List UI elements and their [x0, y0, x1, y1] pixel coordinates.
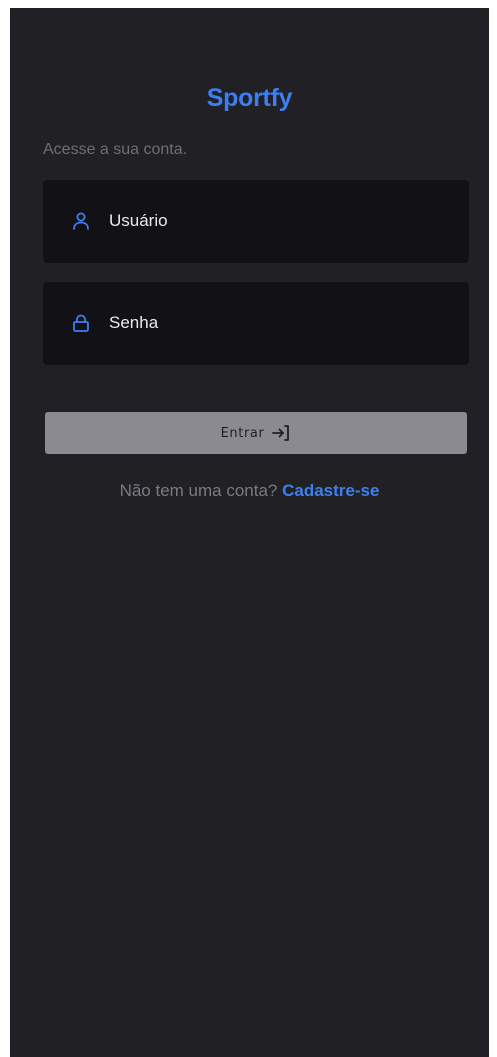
signup-link[interactable]: Cadastre-se [282, 481, 379, 500]
page-subtitle: Acesse a sua conta. [43, 141, 188, 158]
signup-prompt: Não tem uma conta? Cadastre-se [10, 481, 489, 501]
login-arrow-icon [271, 423, 291, 443]
app-logo-title: Sportfy [206, 84, 293, 112]
password-input[interactable] [109, 308, 439, 338]
password-field[interactable] [43, 282, 469, 365]
user-icon [71, 211, 91, 231]
username-input[interactable] [109, 206, 439, 236]
login-screen: Sportfy Acesse a sua conta. Entrar [10, 8, 489, 1057]
username-field[interactable] [43, 180, 469, 263]
signup-prompt-text: Não tem uma conta? [119, 481, 278, 500]
lock-icon [71, 313, 91, 333]
login-button-label: Entrar [220, 425, 265, 441]
login-button[interactable]: Entrar [45, 412, 467, 454]
